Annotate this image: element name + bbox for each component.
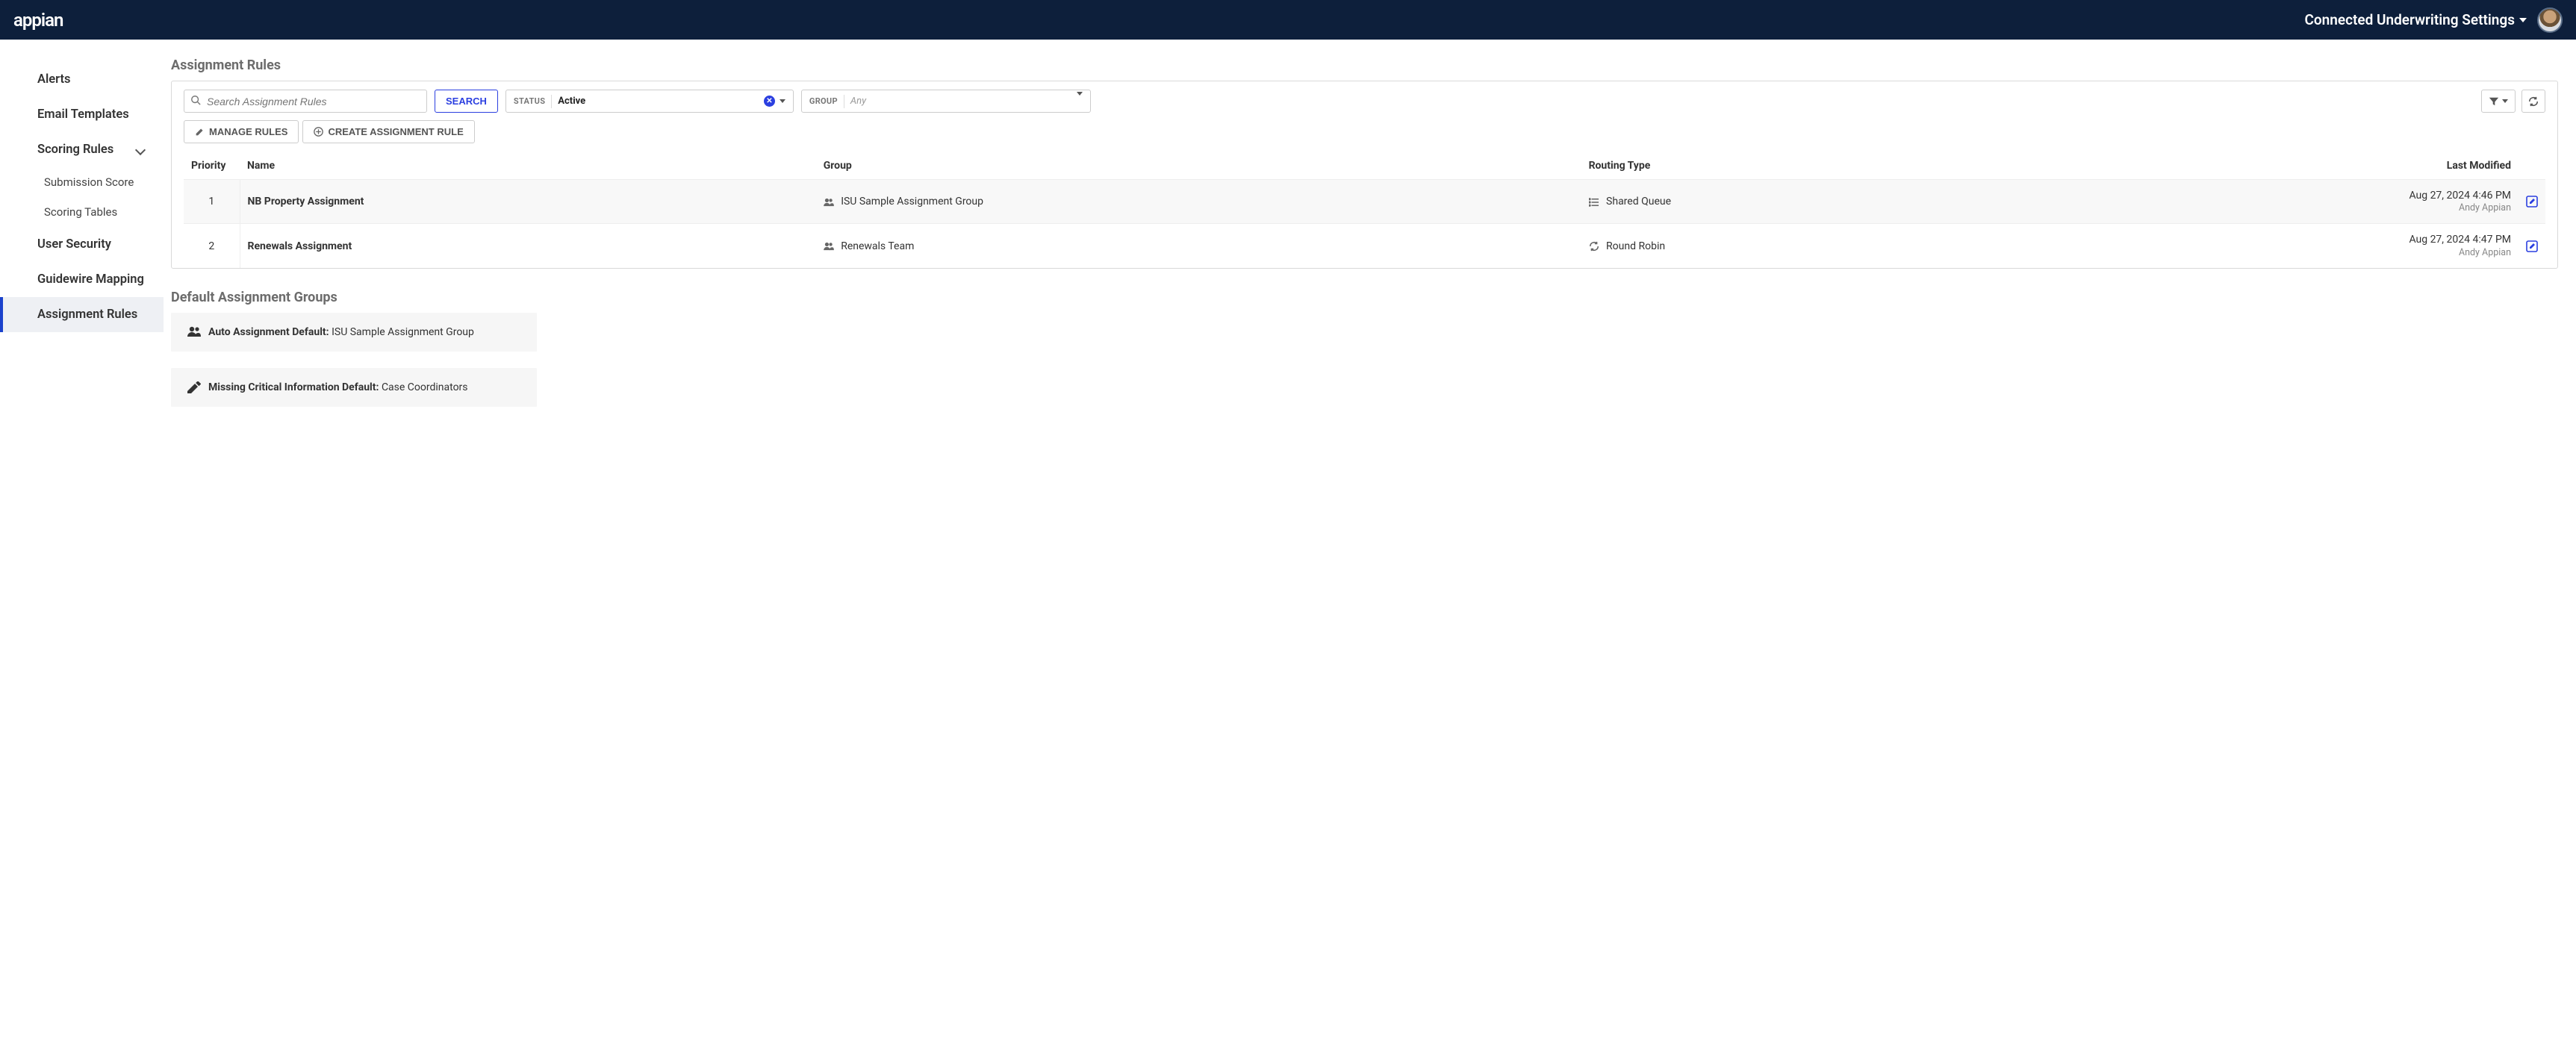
edit-icon bbox=[2526, 196, 2538, 208]
cell-priority: 2 bbox=[184, 224, 240, 268]
cell-modified: Aug 27, 2024 4:47 PM Andy Appian bbox=[2007, 224, 2519, 268]
cell-group: ISU Sample Assignment Group bbox=[816, 180, 1581, 224]
col-routing[interactable]: Routing Type bbox=[1581, 152, 2008, 180]
topbar: appian Connected Underwriting Settings bbox=[0, 0, 2576, 40]
chevron-down-icon bbox=[1077, 92, 1083, 107]
chevron-down-icon bbox=[135, 144, 146, 155]
cell-routing: Shared Queue bbox=[1581, 180, 2008, 224]
pen-square-icon bbox=[187, 381, 201, 393]
sidebar-item-label: User Security bbox=[37, 237, 111, 252]
cell-name: Renewals Assignment bbox=[240, 224, 816, 268]
button-label: CREATE ASSIGNMENT RULE bbox=[328, 126, 463, 137]
manage-rules-button[interactable]: MANAGE RULES bbox=[184, 120, 299, 143]
filter-icon bbox=[2489, 96, 2499, 107]
rules-table: Priority Name Group Routing Type Last Mo… bbox=[184, 152, 2545, 268]
sidebar-item-assignment-rules[interactable]: Assignment Rules bbox=[0, 297, 164, 332]
status-filter-label: STATUS bbox=[514, 96, 545, 106]
sidebar-item-label: Assignment Rules bbox=[37, 308, 137, 322]
missing-info-default-card: Missing Critical Information Default: Ca… bbox=[171, 368, 537, 407]
cell-group: Renewals Team bbox=[816, 224, 1581, 268]
users-icon bbox=[824, 242, 834, 251]
refresh-button[interactable] bbox=[2521, 90, 2545, 113]
col-priority[interactable]: Priority bbox=[184, 152, 240, 180]
edit-row-button[interactable] bbox=[2519, 180, 2545, 224]
edit-row-button[interactable] bbox=[2519, 224, 2545, 268]
status-filter-value: Active bbox=[558, 96, 585, 107]
col-group[interactable]: Group bbox=[816, 152, 1581, 180]
edit-icon bbox=[195, 127, 205, 137]
list-icon bbox=[1589, 198, 1599, 207]
chevron-down-icon bbox=[2519, 18, 2527, 22]
col-modified[interactable]: Last Modified bbox=[2007, 152, 2519, 180]
cell-priority: 1 bbox=[184, 180, 240, 224]
auto-assignment-default-card: Auto Assignment Default: ISU Sample Assi… bbox=[171, 313, 537, 352]
cell-routing: Round Robin bbox=[1581, 224, 2008, 268]
sidebar-item-label: Scoring Rules bbox=[37, 143, 113, 157]
edit-icon bbox=[2526, 240, 2538, 252]
sidebar-item-user-security[interactable]: User Security bbox=[0, 227, 164, 262]
search-button[interactable]: SEARCH bbox=[435, 90, 498, 113]
button-label: MANAGE RULES bbox=[209, 126, 287, 137]
defaults-title: Default Assignment Groups bbox=[171, 290, 2558, 305]
avatar[interactable] bbox=[2537, 7, 2563, 33]
cell-modified: Aug 27, 2024 4:46 PM Andy Appian bbox=[2007, 180, 2519, 224]
search-input[interactable] bbox=[184, 90, 427, 113]
users-icon bbox=[187, 326, 201, 337]
site-title-dropdown[interactable]: Connected Underwriting Settings bbox=[2304, 11, 2527, 28]
site-title-label: Connected Underwriting Settings bbox=[2304, 11, 2515, 28]
filter-button[interactable] bbox=[2481, 90, 2516, 113]
auto-default-label: Auto Assignment Default: bbox=[208, 326, 329, 338]
auto-default-value: ISU Sample Assignment Group bbox=[332, 326, 474, 338]
rules-card: SEARCH STATUS Active ✕ GROUP Any bbox=[171, 81, 2558, 269]
logo[interactable]: appian bbox=[13, 10, 63, 31]
chevron-down-icon bbox=[2502, 99, 2508, 103]
sidebar-subitem-scoring-tables[interactable]: Scoring Tables bbox=[0, 197, 164, 227]
sidebar-item-label: Email Templates bbox=[37, 107, 129, 122]
sidebar: Alerts Email Templates Scoring Rules Sub… bbox=[0, 40, 164, 441]
missing-default-label: Missing Critical Information Default: bbox=[208, 381, 379, 393]
cell-name: NB Property Assignment bbox=[240, 180, 816, 224]
status-filter[interactable]: STATUS Active ✕ bbox=[505, 90, 794, 113]
sidebar-item-guidewire-mapping[interactable]: Guidewire Mapping bbox=[0, 262, 164, 297]
sidebar-item-alerts[interactable]: Alerts bbox=[0, 62, 164, 97]
missing-default-value: Case Coordinators bbox=[382, 381, 468, 393]
table-row[interactable]: 1 NB Property Assignment ISU Sample Assi… bbox=[184, 180, 2545, 224]
group-filter-placeholder: Any bbox=[850, 96, 866, 107]
clear-status-icon[interactable]: ✕ bbox=[764, 96, 775, 107]
sidebar-item-label: Alerts bbox=[37, 72, 71, 87]
group-filter[interactable]: GROUP Any bbox=[801, 90, 1091, 113]
users-icon bbox=[824, 198, 834, 207]
main-content: Assignment Rules SEARCH STATUS Active ✕ bbox=[164, 40, 2576, 441]
sidebar-item-label: Guidewire Mapping bbox=[37, 272, 144, 287]
sidebar-subitem-submission-score[interactable]: Submission Score bbox=[0, 167, 164, 197]
table-row[interactable]: 2 Renewals Assignment Renewals Team Roun… bbox=[184, 224, 2545, 268]
search-icon bbox=[190, 95, 201, 105]
sidebar-item-scoring-rules[interactable]: Scoring Rules bbox=[0, 132, 164, 167]
group-filter-label: GROUP bbox=[809, 96, 838, 106]
page-title: Assignment Rules bbox=[171, 57, 2558, 73]
chevron-down-icon bbox=[780, 99, 785, 103]
plus-circle-icon bbox=[314, 127, 323, 137]
rotate-icon bbox=[1589, 241, 1599, 252]
sidebar-item-email-templates[interactable]: Email Templates bbox=[0, 97, 164, 132]
refresh-icon bbox=[2528, 96, 2539, 107]
col-name[interactable]: Name bbox=[240, 152, 816, 180]
create-rule-button[interactable]: CREATE ASSIGNMENT RULE bbox=[302, 120, 474, 143]
